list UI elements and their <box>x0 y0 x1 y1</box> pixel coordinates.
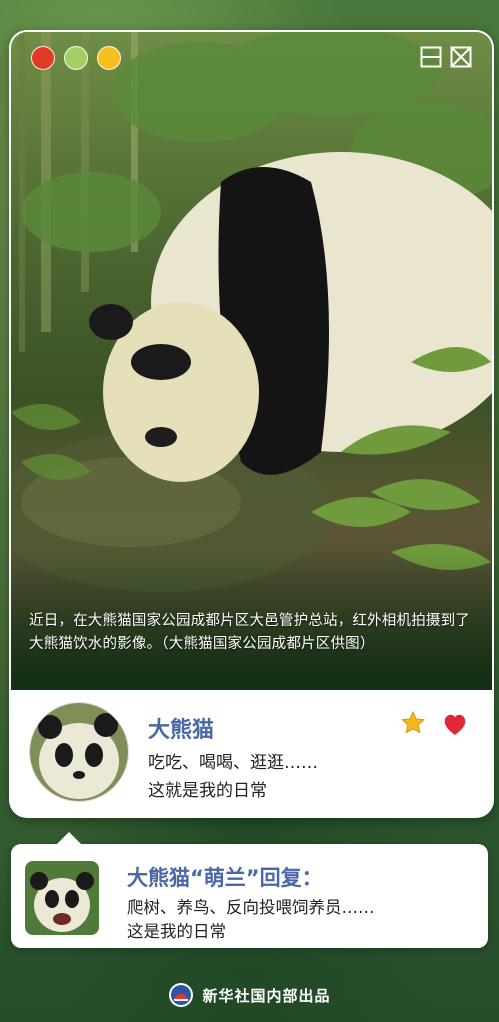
reply-title: 大熊猫“萌兰”回复： <box>127 866 323 890</box>
reply-card: 大熊猫“萌兰”回复： 爬树、养鸟、反向投喂饲养员…… 这是我的日常 <box>11 832 488 948</box>
close-icon[interactable] <box>450 46 472 68</box>
reply-line-2: 这是我的日常 <box>127 922 226 941</box>
panda-menglan-icon <box>25 861 99 935</box>
footer: 新华社国内部出品 <box>0 982 499 1008</box>
green-dot-button[interactable] <box>64 46 88 70</box>
heart-icon[interactable] <box>442 712 468 736</box>
window-controls <box>420 46 472 68</box>
window-dots <box>31 46 121 70</box>
yellow-dot-button[interactable] <box>97 46 121 70</box>
profile-name: 大熊猫 <box>148 718 215 743</box>
star-icon[interactable] <box>400 710 426 736</box>
profile-status-line-2: 这就是我的日常 <box>148 781 267 801</box>
menglan-avatar[interactable] <box>25 861 99 935</box>
reply-line-1: 爬树、养鸟、反向投喂饲养员…… <box>127 898 375 917</box>
panda-avatar[interactable] <box>29 702 129 802</box>
minimize-icon[interactable] <box>420 46 442 68</box>
profile-status-line-1: 吃吃、喝喝、逛逛…… <box>148 753 318 773</box>
photo-caption: 近日，在大熊猫国家公园成都片区大邑管护总站，红外相机拍摄到了大熊猫饮水的影像。（… <box>29 613 470 652</box>
red-dot-button[interactable] <box>31 46 55 70</box>
panda-face-icon <box>30 703 128 801</box>
footer-credit: 新华社国内部出品 <box>202 986 331 1005</box>
xinhua-logo-icon <box>169 983 194 1007</box>
photo-card-window: 近日，在大熊猫国家公园成都片区大邑管护总站，红外相机拍摄到了大熊猫饮水的影像。（… <box>9 30 494 818</box>
profile-panel: 大熊猫 吃吃、喝喝、逛逛…… 这就是我的日常 <box>11 690 492 816</box>
panda-photo: 近日，在大熊猫国家公园成都片区大邑管护总站，红外相机拍摄到了大熊猫饮水的影像。（… <box>11 32 492 690</box>
